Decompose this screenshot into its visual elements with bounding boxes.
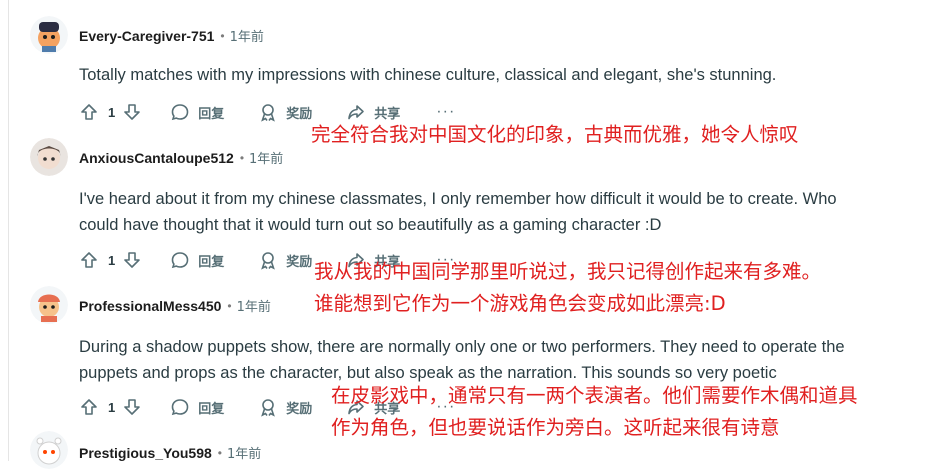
author-name[interactable]: AnxiousCantaloupe512 (79, 150, 234, 166)
upvote-icon[interactable] (79, 250, 99, 270)
award-label: 奖励 (286, 401, 313, 417)
downvote-icon[interactable] (122, 102, 142, 122)
author-name[interactable]: ProfessionalMess450 (79, 298, 221, 314)
avatar[interactable] (30, 286, 68, 324)
translation-line: 作为角色，但也要说话作为旁白。这听起来很有诗意 (331, 416, 780, 439)
translation-line: 我从我的中国同学那里听说过，我只记得创作起来有多难。 (314, 260, 822, 283)
thread-line (8, 0, 9, 461)
translation-annotation: 我从我的中国同学那里听说过，我只记得创作起来有多难。 谁能想到它作为一个游戏角色… (314, 256, 821, 320)
timestamp: 1年前 (229, 30, 264, 45)
comment-body: During a shadow puppets show, there are … (79, 334, 899, 386)
comment-text: Totally matches with my impressions with… (79, 66, 777, 84)
award-button[interactable]: 奖励 (258, 102, 312, 122)
comment-text-line: could have thought that it would turn ou… (79, 216, 662, 234)
comment-bubble-icon (171, 252, 189, 269)
author-name[interactable]: Prestigious_You598 (79, 445, 212, 461)
award-label: 奖励 (286, 254, 313, 270)
vote-count: 1 (108, 252, 116, 268)
reply-label: 回复 (198, 254, 225, 270)
award-button[interactable]: 奖励 (258, 397, 312, 417)
comment-text-line: I've heard about it from my chinese clas… (79, 190, 837, 208)
upvote-icon[interactable] (79, 397, 99, 417)
award-button[interactable]: 奖励 (258, 250, 312, 270)
separator-dot: • (220, 28, 225, 43)
upvote-icon[interactable] (79, 102, 99, 122)
vote-count: 1 (108, 104, 116, 120)
translation-annotation: 在皮影戏中，通常只有一两个表演者。他们需要作木偶和道具 作为角色，但也要说话作为… (331, 380, 858, 444)
award-icon (261, 104, 276, 122)
separator-dot: • (239, 150, 245, 165)
downvote-icon[interactable] (122, 250, 142, 270)
avatar[interactable] (30, 138, 68, 176)
reply-button[interactable]: 回复 (170, 102, 224, 122)
separator-dot: • (217, 445, 222, 460)
translation-line: 谁能想到它作为一个游戏角色会变成如此漂亮:D (314, 292, 726, 315)
author-name[interactable]: Every-Caregiver-751 (79, 28, 214, 44)
comment-bubble-icon (171, 104, 189, 121)
reply-label: 回复 (198, 401, 225, 417)
translation-annotation: 完全符合我对中国文化的印象，古典而优雅，她令人惊叹 (311, 119, 799, 151)
comment-text-line: During a shadow puppets show, there are … (79, 338, 845, 356)
comment-body: Totally matches with my impressions with… (79, 62, 899, 88)
avatar[interactable] (30, 431, 68, 469)
comment-bubble-icon (171, 399, 189, 416)
translation-line: 完全符合我对中国文化的印象，古典而优雅，她令人惊叹 (311, 123, 799, 146)
reply-button[interactable]: 回复 (170, 397, 224, 417)
avatar[interactable] (30, 16, 68, 54)
separator-dot: • (227, 298, 232, 313)
vote-count: 1 (108, 399, 116, 415)
timestamp: 1年前 (236, 300, 271, 315)
timestamp: 1年前 (227, 447, 262, 462)
downvote-icon[interactable] (122, 397, 142, 417)
comment-body: I've heard about it from my chinese clas… (79, 186, 899, 238)
reply-label: 回复 (198, 106, 225, 122)
award-label: 奖励 (286, 106, 313, 122)
timestamp: 1年前 (249, 152, 284, 167)
award-icon (261, 399, 276, 417)
reply-button[interactable]: 回复 (170, 250, 224, 270)
award-icon (261, 252, 276, 270)
translation-line: 在皮影戏中，通常只有一两个表演者。他们需要作木偶和道具 (331, 384, 858, 407)
